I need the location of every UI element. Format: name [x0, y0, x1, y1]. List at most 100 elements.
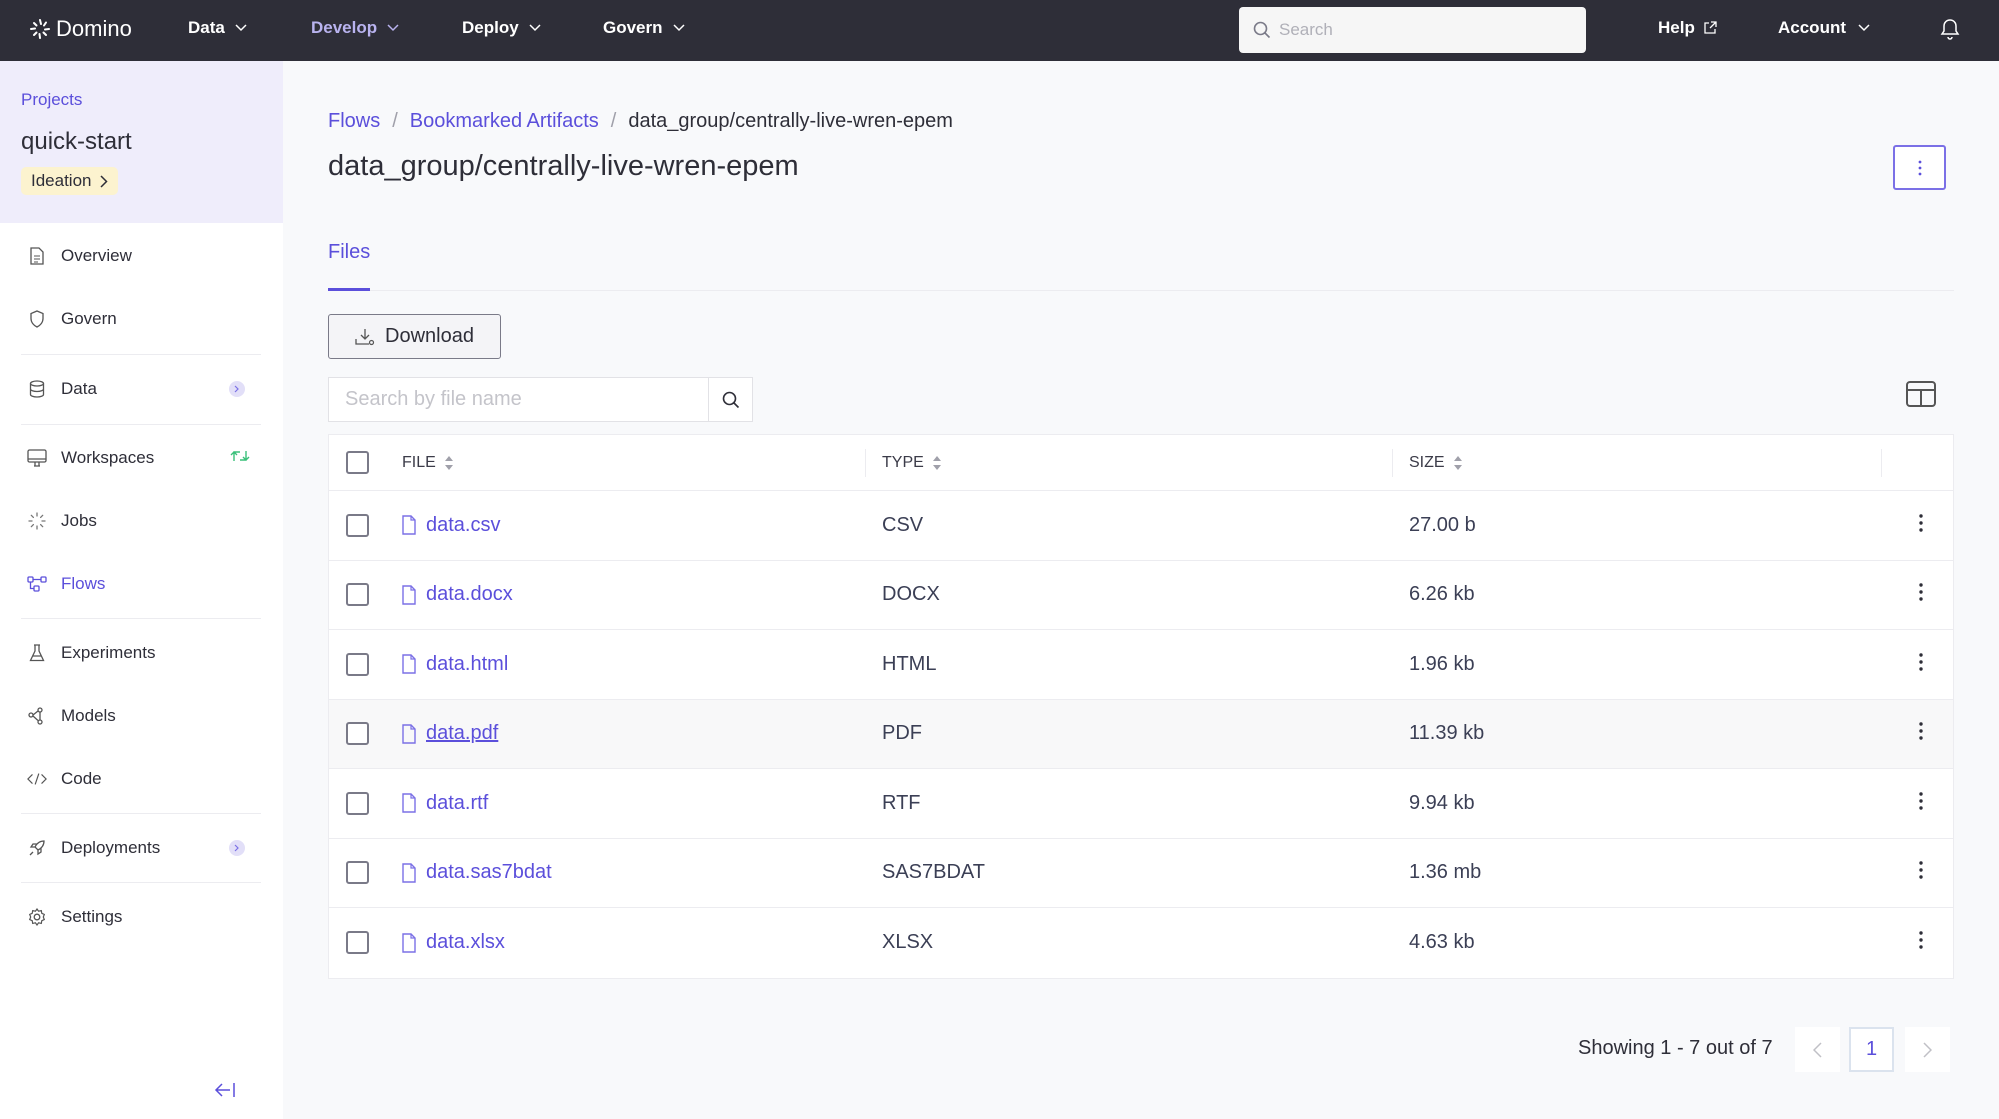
table-row[interactable]: data.xlsx XLSX 4.63 kb	[329, 908, 1953, 978]
column-header-file[interactable]: FILE	[402, 454, 454, 472]
collapse-sidebar-button[interactable]	[213, 1081, 237, 1104]
tab-files[interactable]: Files	[328, 241, 371, 291]
column-header-label: SIZE	[1409, 453, 1445, 471]
chevron-left-icon	[1813, 1041, 1822, 1058]
account-menu[interactable]: Account	[1778, 18, 1870, 38]
global-search[interactable]	[1239, 7, 1586, 53]
row-actions-button[interactable]	[1919, 514, 1923, 537]
file-name-link[interactable]: data.html	[402, 653, 508, 676]
table-row[interactable]: data.pdf PDF 11.39 kb	[329, 699, 1953, 769]
file-size: 27.00 b	[1409, 513, 1476, 536]
prev-page-button[interactable]	[1795, 1027, 1840, 1072]
sidebar-item-govern[interactable]: Govern	[0, 299, 283, 339]
row-actions-button[interactable]	[1919, 792, 1923, 815]
table-row[interactable]: data.html HTML 1.96 kb	[329, 630, 1953, 700]
help-link[interactable]: Help	[1658, 18, 1717, 38]
file-name: data.xlsx	[426, 931, 505, 954]
more-vertical-icon	[1919, 514, 1923, 532]
project-sidebar: Projects quick-start Ideation Overview G…	[0, 61, 283, 1119]
submenu-arrow-icon[interactable]	[229, 381, 245, 397]
file-name-link[interactable]: data.rtf	[402, 792, 488, 815]
sidebar-item-jobs[interactable]: Jobs	[0, 501, 283, 541]
table-header-row: FILE TYPE SIZE	[329, 435, 1953, 491]
file-size: 4.63 kb	[1409, 931, 1475, 954]
sidebar-item-label: Models	[61, 706, 116, 725]
row-checkbox[interactable]	[346, 722, 369, 746]
sort-icon	[444, 455, 453, 470]
row-actions-button[interactable]	[1919, 583, 1923, 606]
file-name-link[interactable]: data.docx	[402, 583, 513, 606]
row-checkbox[interactable]	[346, 583, 369, 607]
nav-deploy[interactable]: Deploy	[462, 18, 541, 38]
projects-link[interactable]: Projects	[21, 90, 283, 110]
page-actions-button[interactable]	[1893, 145, 1946, 190]
row-checkbox[interactable]	[346, 513, 369, 537]
column-header-type[interactable]: TYPE	[882, 454, 942, 472]
submenu-arrow-icon[interactable]	[229, 840, 245, 856]
file-icon	[402, 515, 416, 535]
row-actions-button[interactable]	[1919, 722, 1923, 745]
file-search-button[interactable]	[708, 378, 752, 421]
project-stage-badge[interactable]: Ideation	[21, 167, 118, 195]
main-content: Flows / Bookmarked Artifacts / data_grou…	[283, 61, 1999, 1119]
sort-icon	[1453, 455, 1462, 470]
file-name-link[interactable]: data.sas7bdat	[402, 861, 552, 884]
sidebar-item-data[interactable]: Data	[0, 369, 283, 409]
collapse-left-icon	[214, 1083, 235, 1097]
more-vertical-icon	[1919, 792, 1923, 810]
column-separator	[1392, 449, 1393, 477]
download-button[interactable]: Download	[328, 314, 501, 359]
table-row[interactable]: data.docx DOCX 6.26 kb	[329, 561, 1953, 630]
sidebar-item-label: Jobs	[61, 511, 97, 530]
file-size: 9.94 kb	[1409, 791, 1475, 814]
row-checkbox[interactable]	[346, 791, 369, 815]
breadcrumb-flows[interactable]: Flows	[328, 110, 380, 133]
table-row[interactable]: data.rtf RTF 9.94 kb	[329, 769, 1953, 839]
column-separator	[1881, 449, 1882, 477]
domino-logo[interactable]: Domino	[30, 16, 132, 42]
chevron-down-icon	[387, 24, 399, 32]
file-name-link[interactable]: data.pdf	[402, 722, 498, 745]
row-checkbox[interactable]	[346, 652, 369, 676]
select-all-checkbox[interactable]	[346, 451, 369, 474]
sidebar-item-workspaces[interactable]: Workspaces	[0, 438, 283, 478]
column-settings-button[interactable]	[1906, 381, 1936, 412]
next-page-button[interactable]	[1905, 1027, 1950, 1072]
page-1-button[interactable]: 1	[1849, 1027, 1894, 1072]
row-actions-button[interactable]	[1919, 653, 1923, 676]
column-separator	[865, 449, 866, 477]
row-actions-button[interactable]	[1919, 861, 1923, 884]
nav-data[interactable]: Data	[188, 18, 247, 38]
sidebar-item-overview[interactable]: Overview	[0, 236, 283, 276]
sidebar-item-flows[interactable]: Flows	[0, 564, 283, 604]
search-icon	[1253, 21, 1271, 39]
nav-develop[interactable]: Develop	[311, 18, 399, 38]
row-checkbox[interactable]	[346, 931, 369, 955]
sidebar-item-experiments[interactable]: Experiments	[0, 633, 283, 673]
table-row[interactable]: data.csv CSV 27.00 b	[329, 491, 1953, 561]
help-label: Help	[1658, 18, 1695, 37]
project-name: quick-start	[21, 128, 132, 155]
file-size: 11.39 kb	[1409, 722, 1485, 745]
sidebar-item-settings[interactable]: Settings	[0, 897, 283, 937]
table-row[interactable]: data.sas7bdat SAS7BDAT 1.36 mb	[329, 839, 1953, 908]
stage-label: Ideation	[31, 171, 92, 190]
global-search-input[interactable]	[1279, 20, 1569, 40]
file-name-link[interactable]: data.csv	[402, 514, 500, 537]
notifications-button[interactable]	[1940, 17, 1960, 46]
sidebar-item-code[interactable]: Code	[0, 759, 283, 799]
row-actions-button[interactable]	[1919, 931, 1923, 954]
row-checkbox[interactable]	[346, 861, 369, 885]
sidebar-item-deployments[interactable]: Deployments	[0, 828, 283, 868]
sidebar-item-models[interactable]: Models	[0, 696, 283, 736]
file-icon	[402, 585, 416, 605]
nav-develop-label: Develop	[311, 18, 378, 37]
file-name-link[interactable]: data.xlsx	[402, 931, 505, 954]
pagination-summary: Showing 1 - 7 out of 7	[1578, 1037, 1773, 1059]
document-icon	[27, 246, 47, 266]
file-search-input[interactable]	[329, 378, 708, 421]
column-header-size[interactable]: SIZE	[1409, 454, 1463, 472]
breadcrumb-bookmarked-artifacts[interactable]: Bookmarked Artifacts	[410, 110, 599, 133]
models-icon	[27, 706, 47, 726]
nav-govern[interactable]: Govern	[603, 18, 685, 38]
